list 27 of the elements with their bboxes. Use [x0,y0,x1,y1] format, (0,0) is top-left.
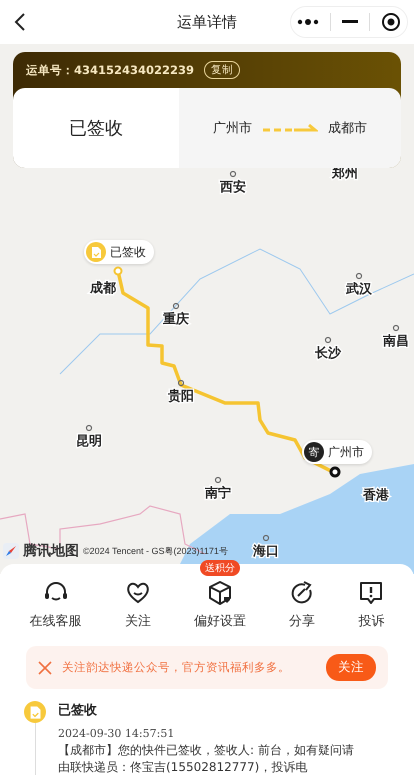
city-label: 海口 [253,544,279,559]
waybill-number: 运单号：434152434022239 [26,62,194,78]
status-text: 已签收 [69,117,123,140]
event-description: 【成都市】您的快件已签收，签收人: 前台，如有疑问请 [58,742,354,758]
points-badge: 送积分 [200,560,240,576]
marker-label: 广州市 [328,444,364,460]
map-logo-text: 腾讯地图 [23,542,79,560]
destination-city: 成都市 [328,120,367,137]
city-label: 南宁 [205,486,231,501]
page-title: 运单详情 [176,12,238,32]
city-label: 南昌 [383,334,409,349]
origin-city: 广州市 [213,120,252,137]
city-label: 贵阳 [168,389,194,404]
city-label: 长沙 [315,346,341,361]
city-label: 西安 [220,180,246,195]
city-label: 武汉 [346,282,372,297]
event-description: 由联快递员：佟宝吉(15502812777)，投诉电 [58,759,308,775]
city-label: 香港 [363,488,389,503]
event-status: 已签收 [58,702,98,719]
map-copyright: ©2024 Tencent - GS粤(2023)1171号 [83,544,228,558]
send-badge: 寄 [304,442,324,462]
city-label: 重庆 [163,312,189,327]
city-label: 成都 [90,281,116,296]
city-label: 昆明 [76,434,102,449]
event-time: 2024-09-30 14:57:51 [58,726,176,741]
banner-text: 关注韵达快递公众号，官方资讯福利多多。 [62,660,291,675]
marker-label: 已签收 [110,244,146,260]
